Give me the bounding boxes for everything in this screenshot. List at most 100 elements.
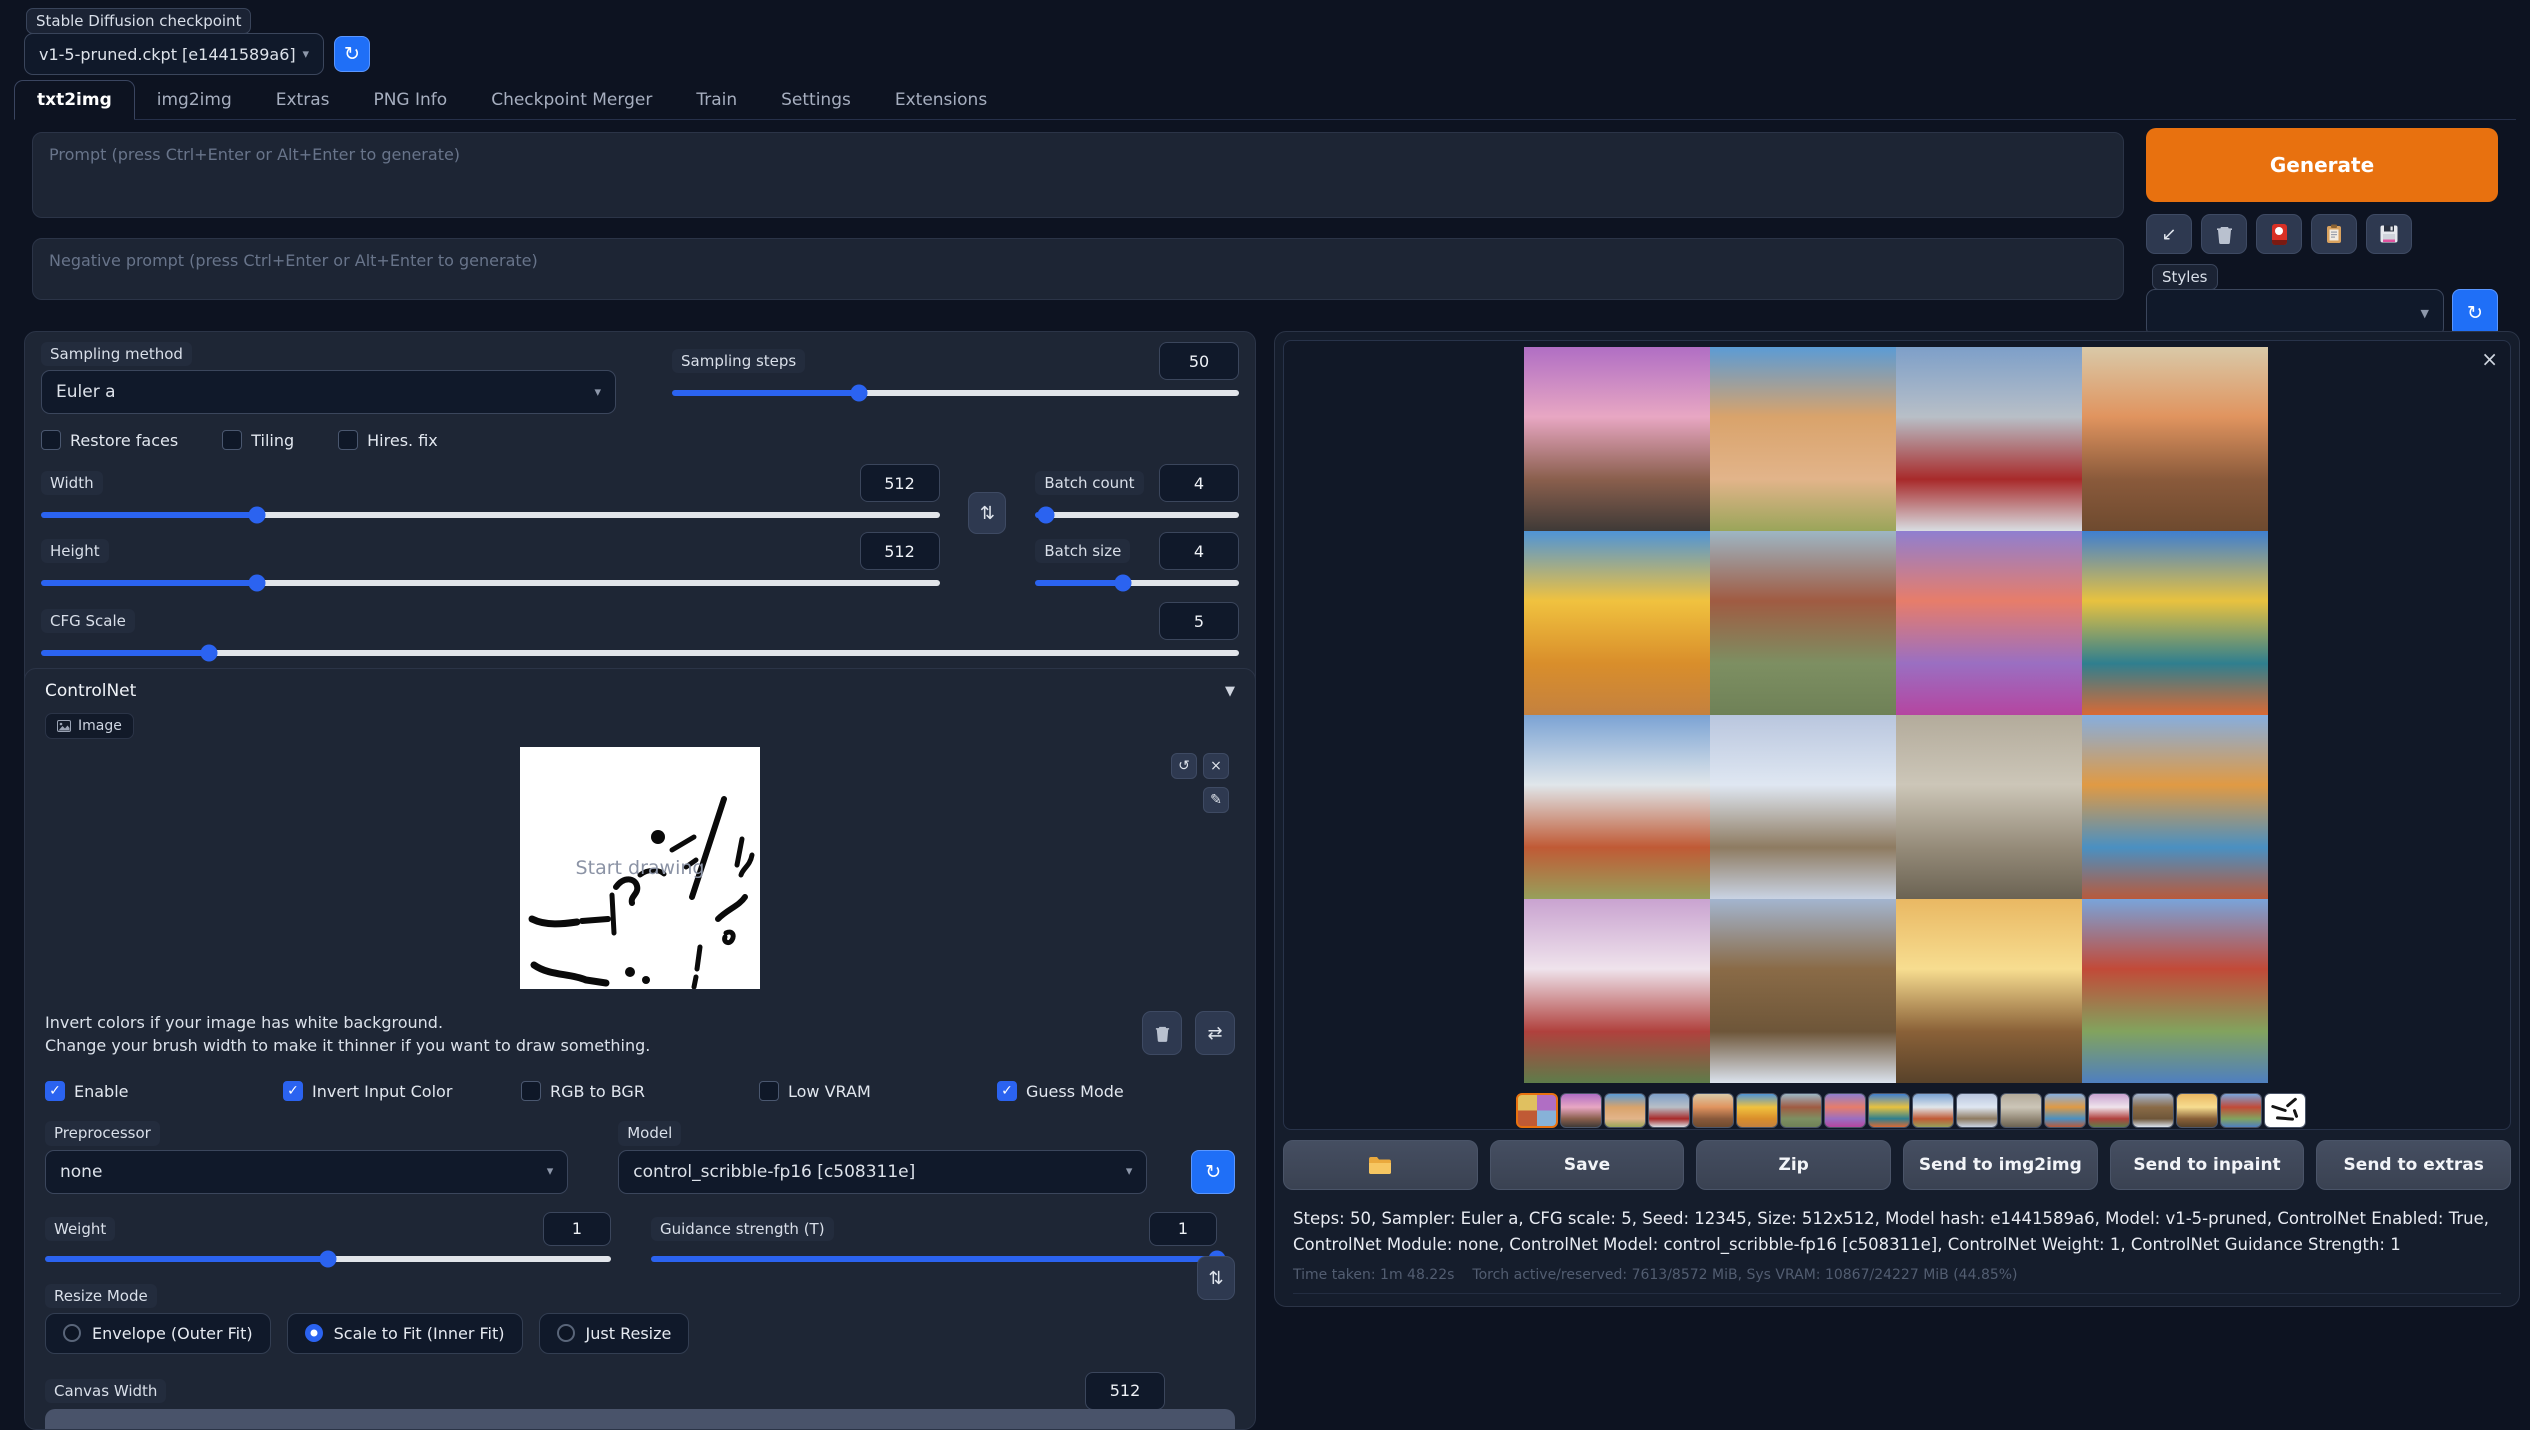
slider-knob[interactable] bbox=[1037, 507, 1054, 524]
cfg-scale-value[interactable]: 5 bbox=[1159, 602, 1239, 640]
tiling-checkbox[interactable]: Tiling bbox=[222, 430, 294, 450]
refresh-models-button[interactable]: ↻ bbox=[1191, 1150, 1235, 1194]
send-to-inpaint-button[interactable]: Send to inpaint bbox=[2110, 1140, 2305, 1190]
thumbnail-7[interactable] bbox=[1824, 1093, 1866, 1128]
tab-extensions[interactable]: Extensions bbox=[873, 81, 1009, 119]
tab-extras[interactable]: Extras bbox=[254, 81, 352, 119]
thumbnail-grid[interactable] bbox=[1516, 1093, 1558, 1128]
send-to-img2img-button[interactable]: Send to img2img bbox=[1903, 1140, 2098, 1190]
thumbnail-11[interactable] bbox=[2000, 1093, 2042, 1128]
thumbnail-14[interactable] bbox=[2132, 1093, 2174, 1128]
controlnet-checkbox-invert-input-color[interactable]: ✓Invert Input Color bbox=[283, 1081, 521, 1101]
resize-mode-scale-to-fit-inner-fit[interactable]: Scale to Fit (Inner Fit) bbox=[287, 1313, 523, 1354]
gallery-image-15[interactable] bbox=[1896, 899, 2082, 1083]
gallery-image-6[interactable] bbox=[1710, 531, 1896, 715]
slider-knob[interactable] bbox=[248, 575, 265, 592]
gallery-image-10[interactable] bbox=[1710, 715, 1896, 899]
undo-button[interactable]: ↺ bbox=[1171, 753, 1197, 779]
slider-knob[interactable] bbox=[1114, 575, 1131, 592]
thumbnail-15[interactable] bbox=[2176, 1093, 2218, 1128]
guidance-strength-slider[interactable] bbox=[651, 1256, 1217, 1262]
thumbnail-10[interactable] bbox=[1956, 1093, 1998, 1128]
sampling-steps-value[interactable]: 50 bbox=[1159, 342, 1239, 380]
thumbnail-16[interactable] bbox=[2220, 1093, 2262, 1128]
thumbnail-control-map[interactable] bbox=[2264, 1093, 2306, 1128]
canvas-width-value[interactable]: 512 bbox=[1085, 1372, 1165, 1410]
save-button[interactable]: Save bbox=[1490, 1140, 1685, 1190]
tab-img2img[interactable]: img2img bbox=[135, 81, 254, 119]
height-value[interactable]: 512 bbox=[860, 532, 940, 570]
thumbnail-5[interactable] bbox=[1736, 1093, 1778, 1128]
swap-canvas-button[interactable]: ⇄ bbox=[1195, 1011, 1235, 1055]
guidance-strength-value[interactable]: 1 bbox=[1149, 1212, 1217, 1246]
apply-style-button[interactable] bbox=[2311, 214, 2357, 254]
hires-fix-checkbox[interactable]: Hires. fix bbox=[338, 430, 438, 450]
slider-knob[interactable] bbox=[248, 507, 265, 524]
gallery-image-7[interactable] bbox=[1896, 531, 2082, 715]
restore-faces-checkbox[interactable]: Restore faces bbox=[41, 430, 178, 450]
thumbnail-2[interactable] bbox=[1604, 1093, 1646, 1128]
tab-settings[interactable]: Settings bbox=[759, 81, 873, 119]
refresh-checkpoints-button[interactable]: ↻ bbox=[334, 36, 370, 72]
resize-mode-just-resize[interactable]: Just Resize bbox=[539, 1313, 690, 1354]
batch-count-value[interactable]: 4 bbox=[1159, 464, 1239, 502]
gallery-image-2[interactable] bbox=[1710, 347, 1896, 531]
batch-size-slider[interactable] bbox=[1035, 580, 1239, 586]
close-gallery-icon[interactable]: × bbox=[2481, 349, 2498, 369]
controlnet-drawing-canvas[interactable]: Start drawing bbox=[520, 747, 760, 989]
controlnet-checkbox-low-vram[interactable]: Low VRAM bbox=[759, 1081, 997, 1101]
sampling-steps-slider[interactable] bbox=[672, 390, 1239, 396]
width-slider[interactable] bbox=[41, 512, 940, 518]
controlnet-checkbox-guess-mode[interactable]: ✓Guess Mode bbox=[997, 1081, 1235, 1101]
zip-button[interactable]: Zip bbox=[1696, 1140, 1891, 1190]
swap-canvas-dimensions-button[interactable]: ⇅ bbox=[1197, 1256, 1235, 1300]
gallery-grid-image[interactable] bbox=[1524, 347, 2268, 1083]
tab-txt2img[interactable]: txt2img bbox=[14, 80, 135, 120]
preprocessor-dropdown[interactable]: none ▾ bbox=[45, 1150, 568, 1194]
generate-button[interactable]: Generate bbox=[2146, 128, 2498, 202]
thumbnail-9[interactable] bbox=[1912, 1093, 1954, 1128]
batch-count-slider[interactable] bbox=[1035, 512, 1239, 518]
clear-prompt-button[interactable] bbox=[2201, 214, 2247, 254]
controlnet-checkbox-enable[interactable]: ✓Enable bbox=[45, 1081, 283, 1101]
style-card-button[interactable] bbox=[2256, 214, 2302, 254]
controlnet-checkbox-rgb-to-bgr[interactable]: RGB to BGR bbox=[521, 1081, 759, 1101]
weight-value[interactable]: 1 bbox=[543, 1212, 611, 1246]
gallery-image-1[interactable] bbox=[1524, 347, 1710, 531]
slider-knob[interactable] bbox=[200, 645, 217, 662]
width-value[interactable]: 512 bbox=[860, 464, 940, 502]
new-canvas-button[interactable] bbox=[1142, 1011, 1182, 1055]
create-canvas-button-partial[interactable] bbox=[45, 1409, 1235, 1429]
gallery-image-8[interactable] bbox=[2082, 531, 2268, 715]
gallery-image-4[interactable] bbox=[2082, 347, 2268, 531]
thumbnail-8[interactable] bbox=[1868, 1093, 1910, 1128]
thumbnail-12[interactable] bbox=[2044, 1093, 2086, 1128]
save-style-button[interactable] bbox=[2366, 214, 2412, 254]
tab-png-info[interactable]: PNG Info bbox=[351, 81, 469, 119]
tab-checkpoint-merger[interactable]: Checkpoint Merger bbox=[469, 81, 674, 119]
tab-train[interactable]: Train bbox=[674, 81, 759, 119]
gallery-image-12[interactable] bbox=[2082, 715, 2268, 899]
thumbnail-6[interactable] bbox=[1780, 1093, 1822, 1128]
controlnet-image-tab[interactable]: Image bbox=[45, 713, 134, 739]
brush-button[interactable]: ✎ bbox=[1203, 787, 1229, 813]
gallery-image-11[interactable] bbox=[1896, 715, 2082, 899]
resize-mode-envelope-outer-fit[interactable]: Envelope (Outer Fit) bbox=[45, 1313, 271, 1354]
thumbnail-13[interactable] bbox=[2088, 1093, 2130, 1128]
cfg-scale-slider[interactable] bbox=[41, 650, 1239, 656]
gallery-image-3[interactable] bbox=[1896, 347, 2082, 531]
gallery-image-14[interactable] bbox=[1710, 899, 1896, 1083]
gallery-image-5[interactable] bbox=[1524, 531, 1710, 715]
thumbnail-1[interactable] bbox=[1560, 1093, 1602, 1128]
refresh-styles-button[interactable]: ↻ bbox=[2452, 289, 2498, 337]
prompt-input[interactable] bbox=[32, 132, 2124, 218]
weight-slider[interactable] bbox=[45, 1256, 611, 1262]
slider-knob[interactable] bbox=[320, 1250, 337, 1267]
slider-knob[interactable] bbox=[851, 385, 868, 402]
gallery-image-16[interactable] bbox=[2082, 899, 2268, 1083]
gallery-image-9[interactable] bbox=[1524, 715, 1710, 899]
swap-width-height-button[interactable]: ⇅ bbox=[968, 492, 1006, 534]
sampling-method-dropdown[interactable]: Euler a ▾ bbox=[41, 370, 616, 414]
controlnet-model-dropdown[interactable]: control_scribble-fp16 [c508311e] ▾ bbox=[618, 1150, 1147, 1194]
read-params-button[interactable]: ↙ bbox=[2146, 214, 2192, 254]
